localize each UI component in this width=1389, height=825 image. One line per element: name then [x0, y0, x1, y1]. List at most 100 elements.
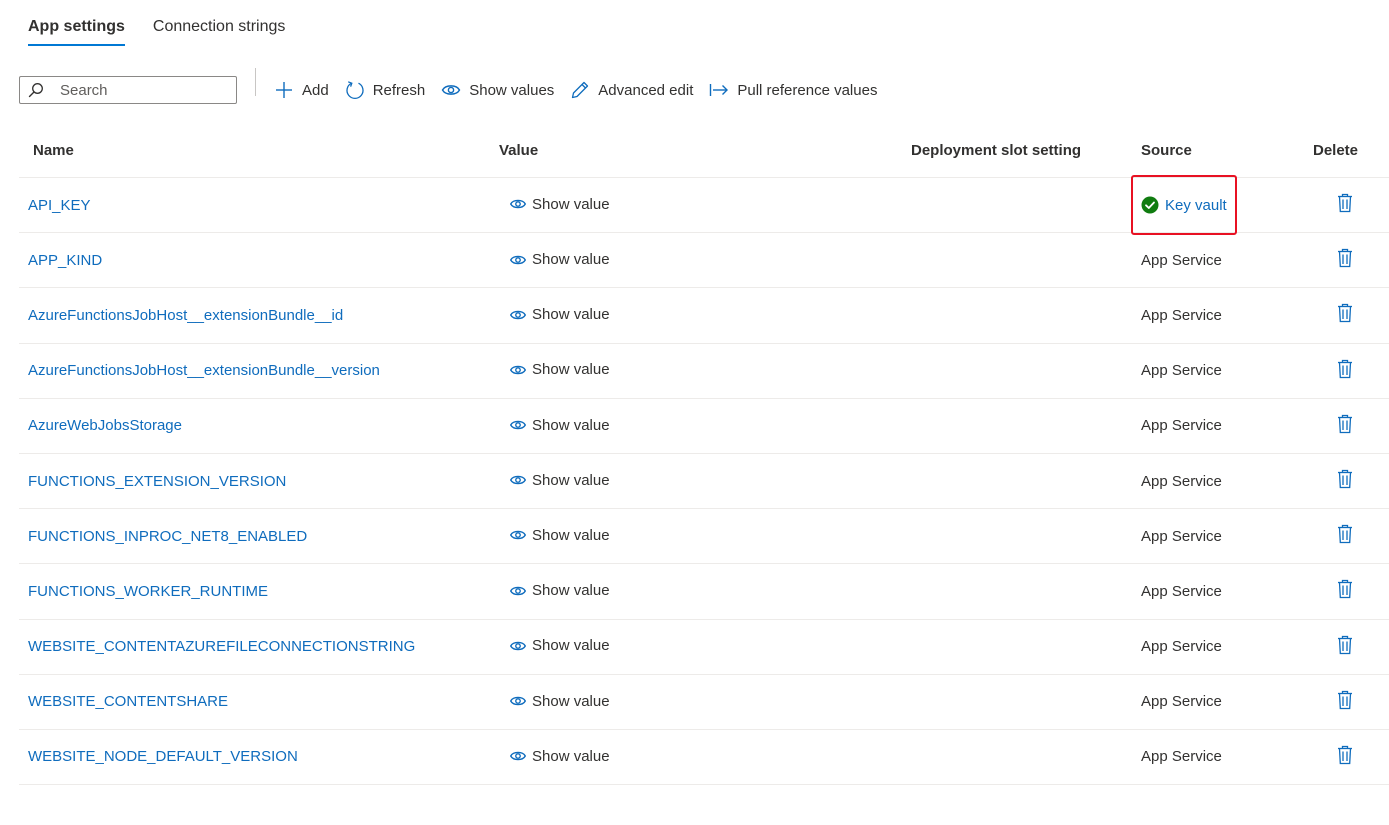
tab-connection-strings[interactable]: Connection strings [153, 14, 286, 46]
setting-name-link[interactable]: AzureFunctionsJobHost__extensionBundle__… [28, 307, 343, 324]
show-value-label: Show value [532, 747, 610, 765]
source-label: App Service [1141, 306, 1222, 324]
search-input[interactable] [58, 80, 208, 100]
column-header-name[interactable]: Name [19, 142, 499, 159]
table-row: FUNCTIONS_EXTENSION_VERSION Show value A… [19, 454, 1389, 510]
setting-name-link[interactable]: APP_KIND [28, 252, 102, 269]
show-values-button[interactable]: Show values [441, 76, 554, 104]
show-value-button[interactable]: Show value [509, 527, 610, 544]
source-label: App Service [1141, 527, 1222, 545]
eye-icon [509, 200, 527, 209]
delete-button[interactable] [1337, 193, 1353, 217]
delete-button[interactable] [1337, 414, 1353, 438]
show-value-button[interactable]: Show value [509, 582, 610, 599]
source-cell: App Service [1131, 583, 1301, 600]
trash-icon [1338, 193, 1352, 213]
refresh-icon [346, 81, 364, 99]
setting-name-link[interactable]: WEBSITE_CONTENTSHARE [28, 693, 228, 710]
show-value-button[interactable]: Show value [509, 693, 610, 710]
table-row: AzureWebJobsStorage Show value App Servi… [19, 399, 1389, 454]
source-cell: App Service [1131, 638, 1301, 655]
setting-name-link[interactable]: AzureWebJobsStorage [28, 417, 182, 434]
show-value-label: Show value [532, 637, 610, 655]
setting-name-link[interactable]: WEBSITE_CONTENTAZUREFILECONNECTIONSTRING [28, 638, 415, 655]
source-cell: App Service [1131, 473, 1301, 490]
trash-icon [1338, 580, 1352, 599]
advanced-edit-button[interactable]: Advanced edit [570, 76, 693, 104]
search-box[interactable] [19, 76, 237, 104]
source-cell: App Service [1131, 252, 1301, 269]
show-value-label: Show value [532, 471, 610, 489]
plus-icon [276, 82, 292, 98]
setting-name-link[interactable]: FUNCTIONS_WORKER_RUNTIME [28, 583, 268, 600]
delete-button[interactable] [1337, 524, 1353, 548]
column-header-deployment-slot[interactable]: Deployment slot setting [911, 142, 1131, 159]
source-label: App Service [1141, 472, 1222, 490]
pencil-icon [572, 81, 589, 99]
delete-button[interactable] [1337, 469, 1353, 493]
show-value-button[interactable]: Show value [509, 306, 610, 323]
delete-button[interactable] [1337, 690, 1353, 714]
eye-icon [509, 476, 527, 485]
search-icon [28, 83, 43, 98]
pull-reference-values-button[interactable]: Pull reference values [709, 76, 877, 104]
table-header: Name Value Deployment slot setting Sourc… [19, 124, 1389, 178]
tab-app-settings[interactable]: App settings [28, 14, 125, 46]
add-button[interactable]: Add [274, 76, 329, 104]
eye-icon [509, 365, 527, 375]
setting-name-link[interactable]: FUNCTIONS_INPROC_NET8_ENABLED [28, 528, 307, 545]
eye-icon [509, 310, 527, 319]
setting-name-link[interactable]: WEBSITE_NODE_DEFAULT_VERSION [28, 748, 298, 765]
eye-icon [509, 420, 527, 430]
check-circle-icon [1141, 196, 1159, 214]
trash-icon [1338, 414, 1352, 433]
source-label: App Service [1141, 251, 1222, 269]
table-row: API_KEY Show value Key vault [19, 175, 1389, 236]
trash-icon [1338, 359, 1352, 378]
source-cell: App Service [1131, 307, 1301, 324]
show-value-label: Show value [532, 361, 610, 379]
arrow-right-bar-icon [710, 84, 729, 96]
show-value-button[interactable]: Show value [509, 361, 610, 378]
table-row: WEBSITE_CONTENTSHARE Show value App Serv… [19, 675, 1389, 730]
source-cell: App Service [1131, 362, 1301, 379]
trash-icon [1338, 304, 1352, 323]
column-header-value[interactable]: Value [499, 142, 911, 159]
delete-button[interactable] [1337, 745, 1353, 769]
trash-icon [1338, 525, 1352, 544]
delete-button[interactable] [1337, 359, 1353, 383]
source-label: App Service [1141, 748, 1222, 766]
show-value-button[interactable]: Show value [509, 417, 610, 434]
pull-reference-values-button-label: Pull reference values [737, 81, 878, 99]
delete-button[interactable] [1337, 303, 1353, 327]
source-label: App Service [1141, 693, 1222, 711]
show-value-button[interactable]: Show value [509, 472, 610, 489]
setting-name-link[interactable]: FUNCTIONS_EXTENSION_VERSION [28, 473, 286, 490]
column-header-source[interactable]: Source [1131, 142, 1301, 159]
source-cell: Key vault [1131, 175, 1301, 236]
show-value-label: Show value [532, 251, 610, 269]
delete-button[interactable] [1337, 579, 1353, 603]
delete-button[interactable] [1337, 248, 1353, 272]
source-label: App Service [1141, 362, 1222, 380]
eye-icon [509, 641, 527, 651]
eye-icon [509, 752, 527, 761]
source-cell: App Service [1131, 417, 1301, 434]
table-row: FUNCTIONS_WORKER_RUNTIME Show value App … [19, 564, 1389, 620]
show-value-button[interactable]: Show value [509, 196, 610, 213]
setting-name-link[interactable]: AzureFunctionsJobHost__extensionBundle__… [28, 362, 380, 379]
source-label: Key vault [1165, 196, 1227, 214]
refresh-button[interactable]: Refresh [345, 76, 425, 104]
table-row: WEBSITE_CONTENTAZUREFILECONNECTIONSTRING… [19, 620, 1389, 675]
source-label: App Service [1141, 417, 1222, 435]
show-value-button[interactable]: Show value [509, 637, 610, 654]
show-value-label: Show value [532, 582, 610, 600]
trash-icon [1338, 690, 1352, 709]
show-value-button[interactable]: Show value [509, 251, 610, 268]
show-value-button[interactable]: Show value [509, 748, 610, 765]
eye-icon [509, 255, 527, 264]
setting-name-link[interactable]: API_KEY [28, 197, 91, 214]
key-vault-source-link[interactable]: Key vault [1131, 175, 1237, 236]
eye-icon [509, 586, 527, 595]
delete-button[interactable] [1337, 635, 1353, 659]
